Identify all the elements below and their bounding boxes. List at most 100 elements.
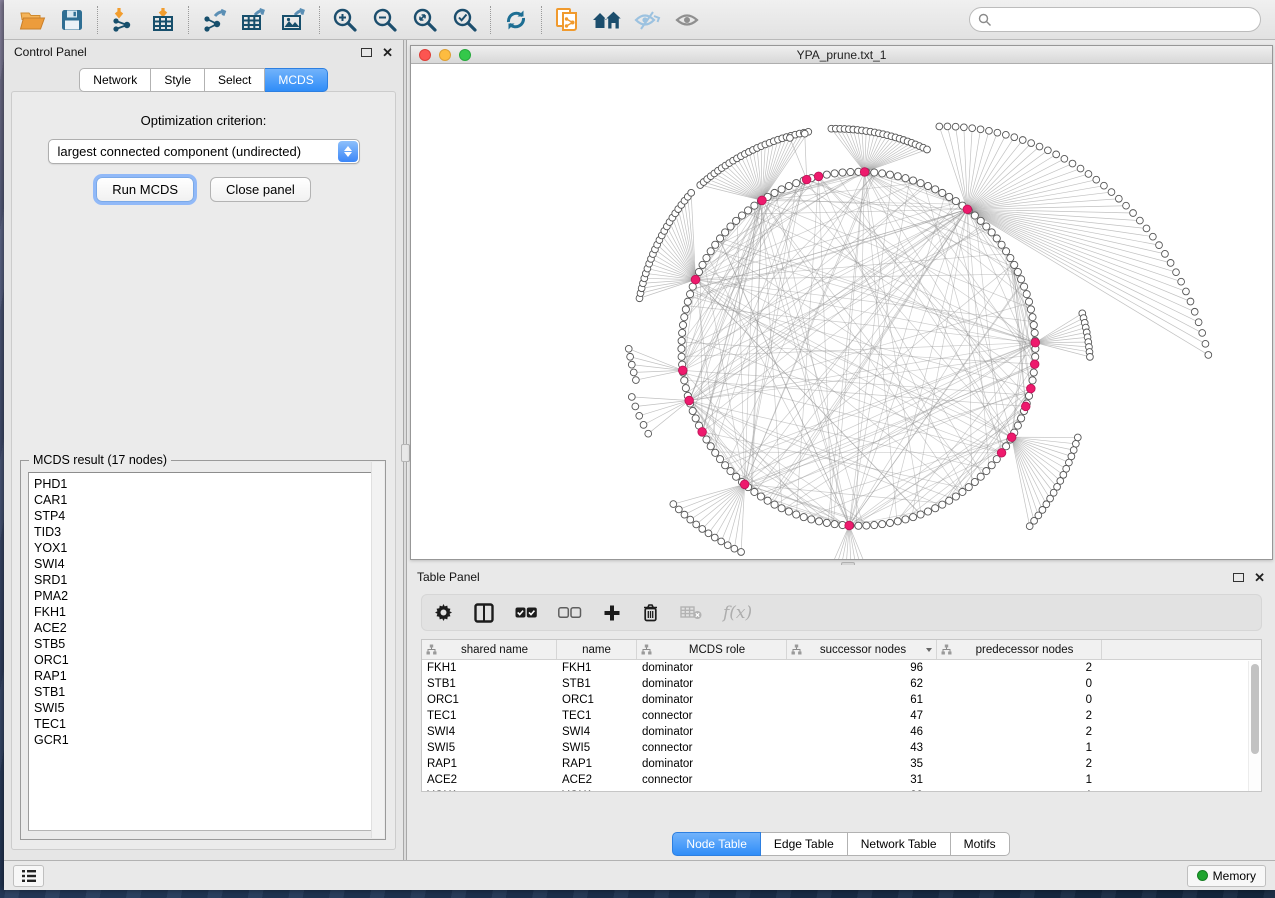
network-node[interactable] <box>678 345 685 352</box>
network-leaf-node[interactable] <box>633 377 640 384</box>
network-node[interactable] <box>771 189 778 196</box>
network-leaf-node[interactable] <box>731 545 738 552</box>
network-node[interactable] <box>1030 369 1037 376</box>
select-all-rows-button[interactable] <box>515 607 537 619</box>
result-node-item[interactable]: ORC1 <box>34 652 377 668</box>
network-node[interactable] <box>1027 306 1034 313</box>
mcds-hub-node[interactable] <box>1030 360 1039 369</box>
network-leaf-node[interactable] <box>960 124 967 131</box>
network-leaf-node[interactable] <box>699 526 706 533</box>
mcds-hub-node[interactable] <box>691 275 700 284</box>
network-leaf-node[interactable] <box>1069 160 1076 167</box>
network-node[interactable] <box>932 186 939 193</box>
network-node[interactable] <box>727 468 734 475</box>
result-node-item[interactable]: TID3 <box>34 524 377 540</box>
network-leaf-node[interactable] <box>632 403 639 410</box>
network-node[interactable] <box>894 173 901 180</box>
mcds-hub-node[interactable] <box>1007 433 1016 442</box>
network-node[interactable] <box>682 306 689 313</box>
network-canvas-container[interactable] <box>411 65 1272 559</box>
network-node[interactable] <box>831 521 838 528</box>
mcds-hub-node[interactable] <box>740 480 749 489</box>
network-node[interactable] <box>1014 268 1021 275</box>
network-node[interactable] <box>1029 377 1036 384</box>
mcds-hub-node[interactable] <box>1021 402 1030 411</box>
result-node-item[interactable]: RAP1 <box>34 668 377 684</box>
network-node[interactable] <box>727 223 734 230</box>
network-node[interactable] <box>1003 248 1010 255</box>
network-window-titlebar[interactable]: YPA_prune.txt_1 <box>411 46 1272 64</box>
float-panel-icon[interactable] <box>1233 573 1244 582</box>
network-node[interactable] <box>679 329 686 336</box>
network-leaf-node[interactable] <box>627 353 634 360</box>
network-leaf-node[interactable] <box>1093 176 1100 183</box>
network-node[interactable] <box>699 261 706 268</box>
network-node[interactable] <box>764 497 771 504</box>
network-leaf-node[interactable] <box>1087 353 1094 360</box>
network-node[interactable] <box>917 511 924 518</box>
network-leaf-node[interactable] <box>628 361 635 368</box>
minimize-window-icon[interactable] <box>439 49 451 61</box>
network-node[interactable] <box>894 518 901 525</box>
network-node[interactable] <box>924 508 931 515</box>
tab-edge-table[interactable]: Edge Table <box>761 832 848 856</box>
network-leaf-node[interactable] <box>1028 140 1035 147</box>
network-leaf-node[interactable] <box>636 412 643 419</box>
network-leaf-node[interactable] <box>1108 189 1115 196</box>
network-node[interactable] <box>871 521 878 528</box>
network-node[interactable] <box>800 514 807 521</box>
float-panel-icon[interactable] <box>361 48 372 57</box>
network-leaf-node[interactable] <box>628 394 635 401</box>
table-row[interactable]: SWI5SWI5connector431 <box>422 740 1261 756</box>
network-leaf-node[interactable] <box>952 123 959 130</box>
table-row[interactable]: RAP1RAP1dominator352 <box>422 756 1261 772</box>
network-node[interactable] <box>823 171 830 178</box>
show-all-button[interactable] <box>667 3 707 37</box>
network-leaf-node[interactable] <box>1162 250 1169 257</box>
mcds-hub-node[interactable] <box>963 205 972 214</box>
network-leaf-node[interactable] <box>1101 182 1108 189</box>
network-leaf-node[interactable] <box>1002 131 1009 138</box>
network-node[interactable] <box>679 321 686 328</box>
zoom-in-button[interactable] <box>325 3 365 37</box>
network-leaf-node[interactable] <box>738 549 745 556</box>
network-node[interactable] <box>965 484 972 491</box>
network-node[interactable] <box>682 385 689 392</box>
table-row[interactable]: FKH1FKH1dominator962 <box>422 660 1261 676</box>
table-row[interactable]: ACE2ACE2connector311 <box>422 772 1261 788</box>
network-leaf-node[interactable] <box>718 538 725 545</box>
tab-node-table[interactable]: Node Table <box>672 832 761 856</box>
network-node[interactable] <box>939 501 946 508</box>
network-leaf-node[interactable] <box>1070 447 1077 454</box>
network-node[interactable] <box>855 522 862 529</box>
column-header-predecessor-nodes[interactable]: predecessor nodes <box>937 640 1102 659</box>
network-leaf-node[interactable] <box>1068 453 1075 460</box>
mcds-hub-node[interactable] <box>814 172 823 181</box>
network-leaf-node[interactable] <box>986 127 993 134</box>
network-node[interactable] <box>681 377 688 384</box>
network-leaf-node[interactable] <box>681 511 688 518</box>
network-node[interactable] <box>744 207 751 214</box>
network-leaf-node[interactable] <box>1074 434 1081 441</box>
network-leaf-node[interactable] <box>625 345 632 352</box>
network-leaf-node[interactable] <box>1202 340 1209 347</box>
network-node[interactable] <box>793 511 800 518</box>
task-history-button[interactable] <box>13 865 44 887</box>
network-leaf-node[interactable] <box>1072 440 1079 447</box>
network-leaf-node[interactable] <box>1036 143 1043 150</box>
network-leaf-node[interactable] <box>1167 259 1174 266</box>
network-node[interactable] <box>707 248 714 255</box>
network-node[interactable] <box>983 223 990 230</box>
network-leaf-node[interactable] <box>687 516 694 523</box>
network-leaf-node[interactable] <box>1115 195 1122 202</box>
show-columns-button[interactable] <box>474 603 494 623</box>
network-leaf-node[interactable] <box>1011 134 1018 141</box>
zoom-out-button[interactable] <box>365 3 405 37</box>
network-leaf-node[interactable] <box>1143 225 1150 232</box>
table-settings-button[interactable] <box>434 603 453 622</box>
network-node[interactable] <box>1011 261 1018 268</box>
network-node[interactable] <box>839 169 846 176</box>
close-window-icon[interactable] <box>419 49 431 61</box>
network-node[interactable] <box>1007 254 1014 261</box>
network-leaf-node[interactable] <box>977 126 984 133</box>
